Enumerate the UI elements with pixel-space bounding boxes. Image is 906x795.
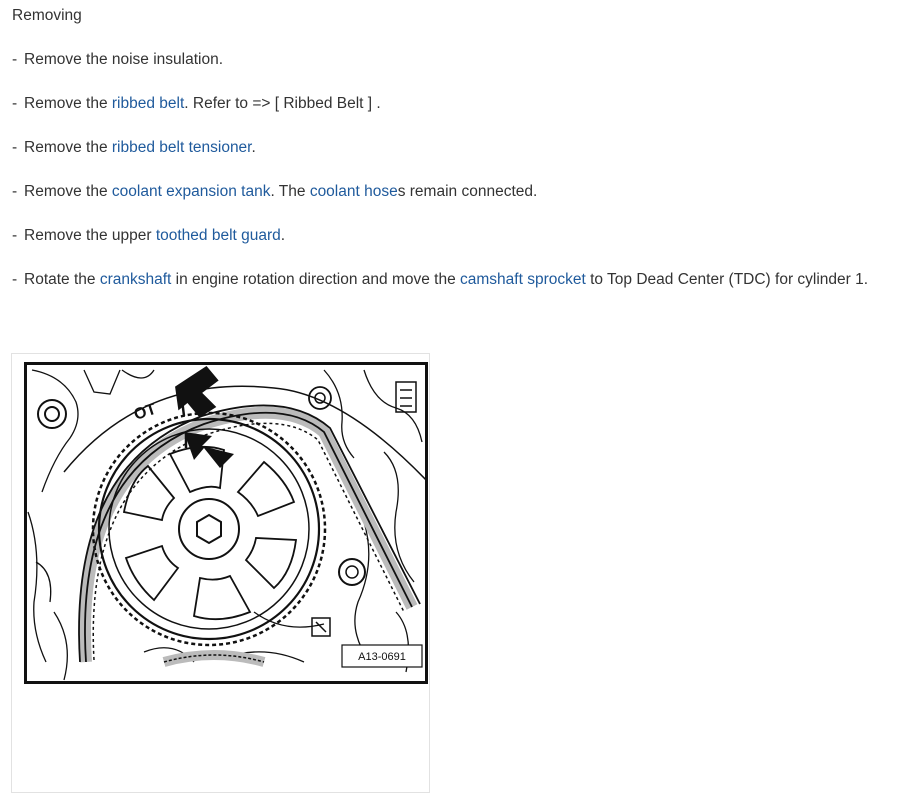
step-text: Rotate the <box>24 271 100 288</box>
step-remove-noise-insulation: - Remove the noise insulation. <box>12 50 868 94</box>
step-bullet: - <box>12 95 18 112</box>
step-text: Remove the upper <box>24 227 156 244</box>
link-crankshaft[interactable]: crankshaft <box>100 271 172 288</box>
link-coolant-hose[interactable]: coolant hose <box>310 183 398 200</box>
step-remove-coolant-expansion-tank: - Remove the coolant expansion tank. The … <box>12 182 868 226</box>
link-ribbed-belt-tensioner[interactable]: ribbed belt tensioner <box>112 139 252 156</box>
step-text: Remove the <box>24 95 112 112</box>
procedure-steps: - Remove the noise insulation. - Remove th… <box>12 50 868 314</box>
step-remove-ribbed-belt-tensioner: - Remove the ribbed belt tensioner. <box>12 138 868 182</box>
step-bullet: - <box>12 51 18 68</box>
step-bullet: - <box>12 271 18 288</box>
camshaft-sprocket-illustration: OT A13-0691 <box>24 362 428 684</box>
step-text: s remain connected. <box>397 183 538 200</box>
section-heading: Removing <box>12 7 82 24</box>
link-coolant-expansion-tank[interactable]: coolant expansion tank <box>112 183 271 200</box>
center-bolt <box>196 513 222 545</box>
step-bullet: - <box>12 183 18 200</box>
step-text: in engine rotation direction and move th… <box>171 271 461 288</box>
step-text: . The <box>270 183 310 200</box>
step-remove-ribbed-belt: - Remove the ribbed belt. Refer to => [ R… <box>12 94 868 138</box>
link-camshaft-sprocket[interactable]: camshaft sprocket <box>460 271 586 288</box>
step-text: Remove the <box>24 183 112 200</box>
link-ribbed-belt[interactable]: ribbed belt <box>112 95 184 112</box>
step-bullet: - <box>12 227 18 244</box>
step-text: Remove the <box>24 139 112 156</box>
step-text: Remove the noise insulation. <box>24 51 224 68</box>
step-text: . <box>251 139 256 156</box>
figure-code: A13-0691 <box>358 651 406 663</box>
step-text: . <box>280 227 286 244</box>
link-toothed-belt-guard[interactable]: toothed belt guard <box>156 227 281 244</box>
step-text: to Top Dead Center (TDC) for cylinder 1. <box>585 271 869 288</box>
step-text: . Refer to => [ Ribbed Belt ] . <box>184 95 381 112</box>
step-bullet: - <box>12 139 18 156</box>
figure-code-label: A13-0691 <box>341 644 423 668</box>
step-rotate-crankshaft: - Rotate the crankshaft in engine rotatio… <box>12 270 868 314</box>
step-remove-toothed-belt-guard: - Remove the upper toothed belt guard. <box>12 226 868 270</box>
figure-frame: OT A13-0691 <box>11 353 430 793</box>
